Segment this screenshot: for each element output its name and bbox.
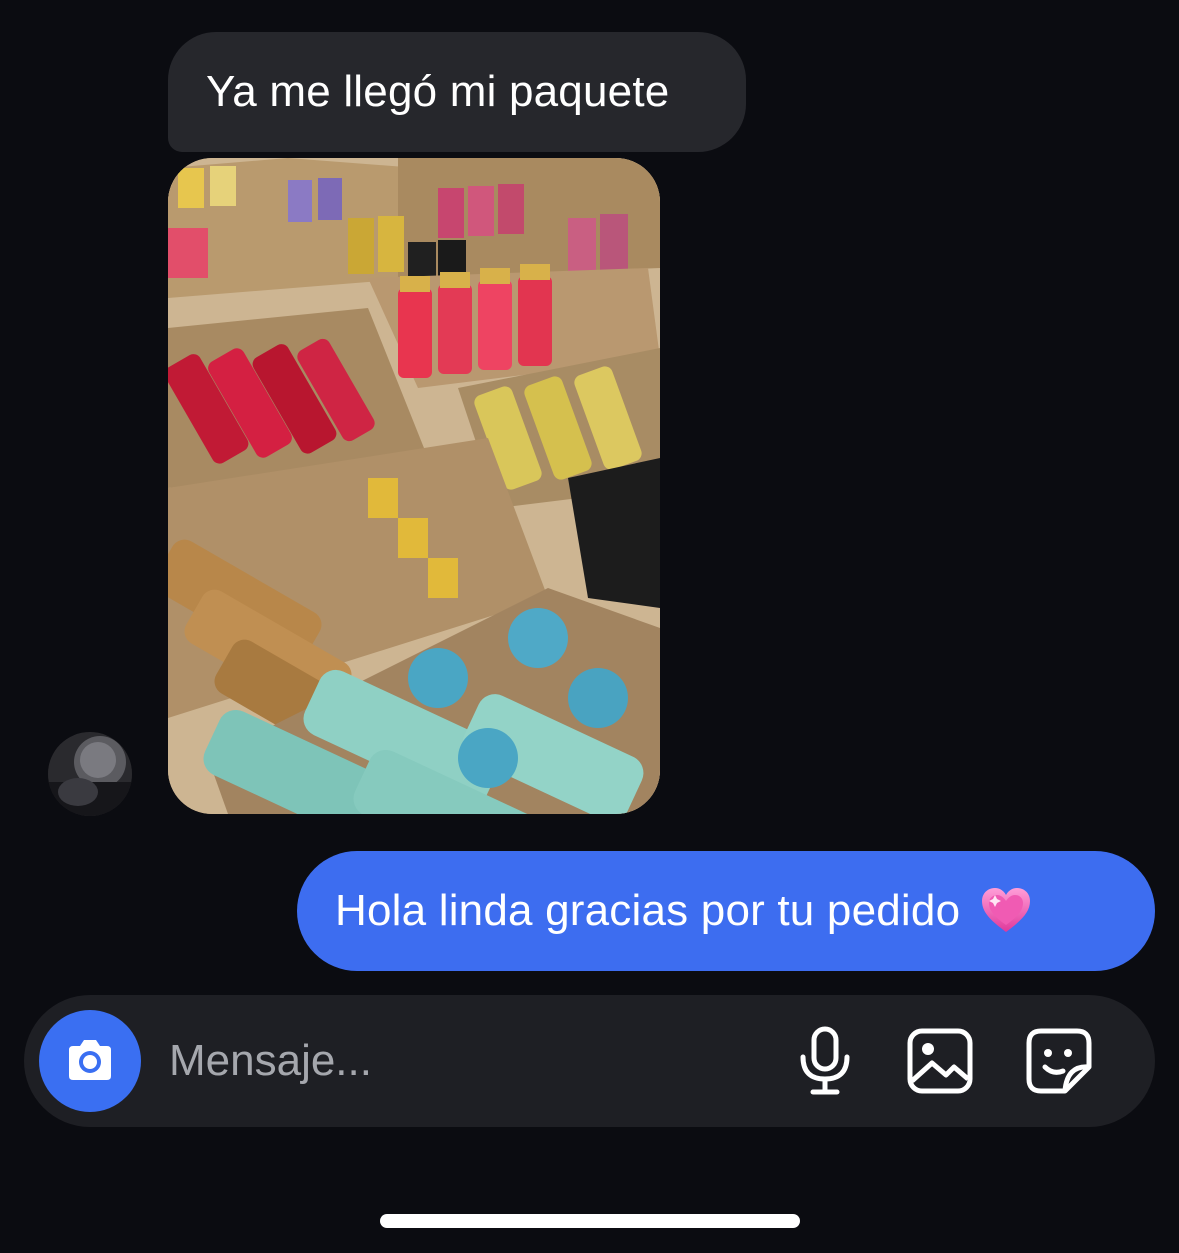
microphone-icon	[800, 1026, 850, 1095]
incoming-message-text: Ya me llegó mi paquete	[206, 67, 670, 116]
message-input[interactable]	[169, 1031, 669, 1091]
perfume-boxes-photo	[168, 158, 660, 814]
avatar-image	[48, 732, 132, 816]
message-composer	[24, 995, 1155, 1127]
outgoing-message-bubble[interactable]: Hola linda gracias por tu pedido	[297, 851, 1155, 971]
camera-icon	[69, 1040, 111, 1080]
incoming-photo-message[interactable]	[168, 158, 660, 814]
sticker-icon	[1026, 1028, 1092, 1094]
sender-avatar[interactable]	[48, 732, 132, 816]
home-indicator[interactable]	[380, 1214, 800, 1228]
sparkling-heart-emoji	[980, 885, 1032, 937]
sticker-button[interactable]	[1023, 1025, 1095, 1097]
microphone-button[interactable]	[789, 1025, 861, 1097]
outgoing-message-text: Hola linda gracias por tu pedido	[335, 886, 961, 935]
gallery-button[interactable]	[904, 1025, 976, 1097]
camera-button[interactable]	[39, 1010, 141, 1112]
gallery-icon	[907, 1028, 973, 1094]
incoming-message-bubble[interactable]: Ya me llegó mi paquete	[168, 32, 746, 152]
